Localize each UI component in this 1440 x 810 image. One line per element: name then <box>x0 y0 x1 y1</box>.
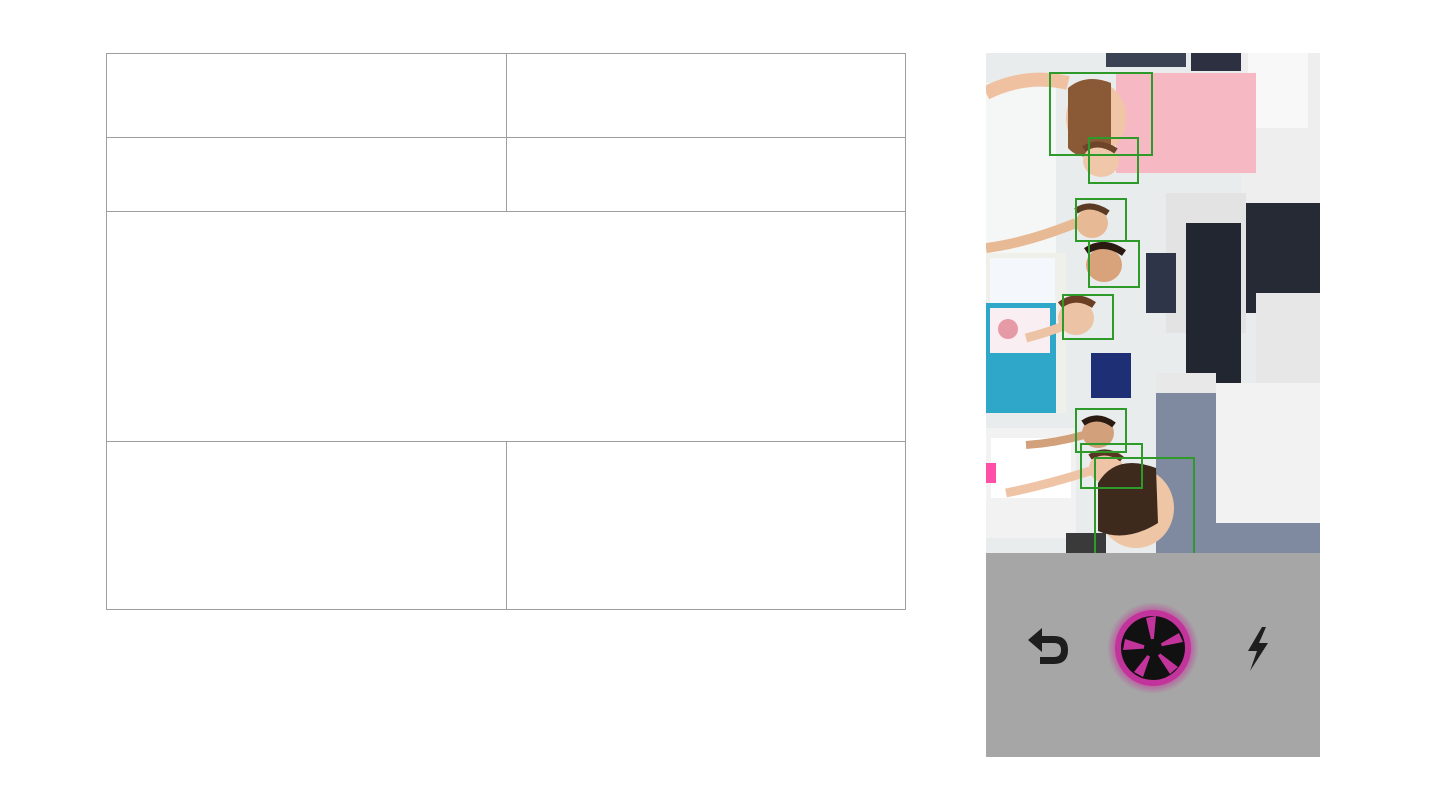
camera-viewfinder <box>986 53 1320 553</box>
camera-shutter-icon <box>1107 602 1199 694</box>
table-cell[interactable] <box>107 138 507 211</box>
camera-app <box>986 53 1320 757</box>
face-detection-box <box>1062 294 1114 340</box>
table-row <box>107 54 905 138</box>
data-table <box>106 53 906 610</box>
table-row <box>107 212 905 442</box>
camera-control-bar <box>986 553 1320 757</box>
table-cell[interactable] <box>107 212 905 441</box>
face-detection-box <box>1088 137 1139 184</box>
back-button[interactable] <box>1022 623 1074 671</box>
undo-icon <box>1028 628 1068 664</box>
table-row <box>107 442 905 610</box>
face-detection-box <box>1094 457 1195 553</box>
table-cell[interactable] <box>107 54 507 137</box>
face-detection-box <box>1075 198 1127 242</box>
face-detection-box <box>1088 240 1140 288</box>
table-cell[interactable] <box>507 442 905 610</box>
table-row <box>107 138 905 212</box>
table-cell[interactable] <box>507 138 905 211</box>
flash-icon <box>1248 627 1268 671</box>
table-cell[interactable] <box>507 54 905 137</box>
table-cell[interactable] <box>107 442 507 610</box>
shutter-button[interactable] <box>1106 601 1200 695</box>
flash-button[interactable] <box>1238 625 1278 673</box>
